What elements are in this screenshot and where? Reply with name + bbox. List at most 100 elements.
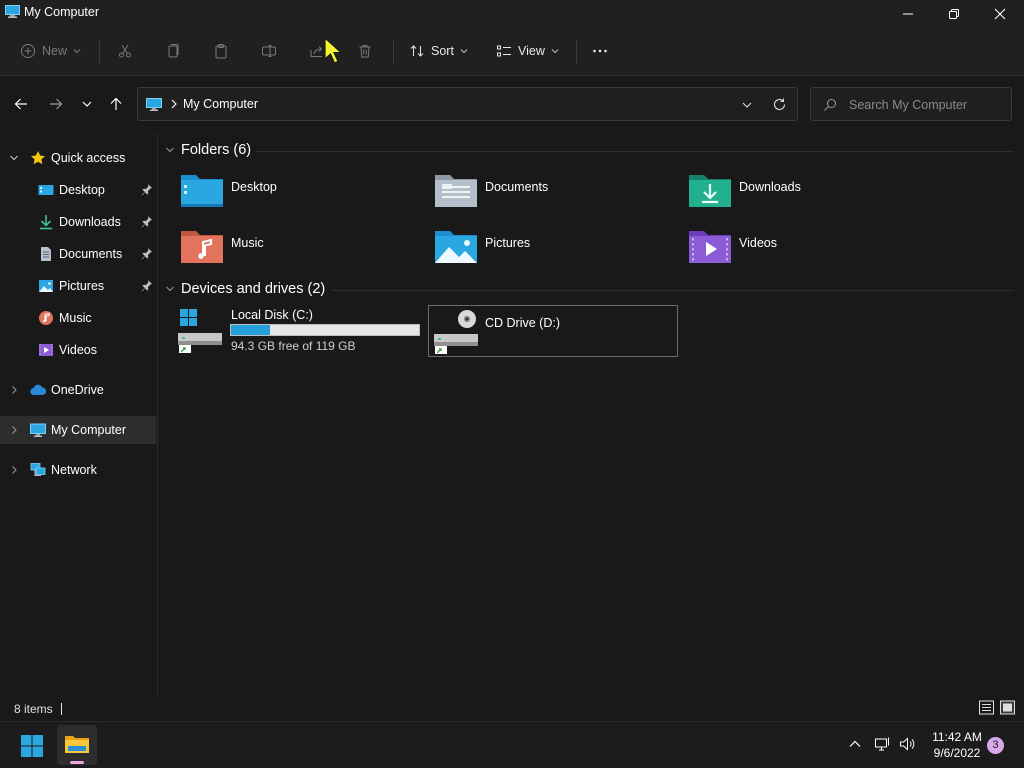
minimize-icon <box>903 13 913 15</box>
sidebar-item-label: Desktop <box>59 183 105 197</box>
chevron-down-icon <box>460 49 468 54</box>
more-options-button[interactable] <box>592 38 608 64</box>
toolbar-divider <box>393 40 394 64</box>
chevron-right-icon <box>171 99 177 109</box>
notification-badge[interactable]: 3 <box>987 737 1004 754</box>
folder-label: Music <box>231 236 264 250</box>
file-view: Folders (6) Desktop Documents Downloads <box>160 133 1024 695</box>
pin-icon[interactable] <box>140 215 153 228</box>
sidebar-item-downloads[interactable]: Downloads <box>0 208 156 236</box>
view-label: View <box>518 44 545 58</box>
sidebar-item-quick-access[interactable]: Quick access <box>0 144 156 172</box>
sidebar-item-label: Documents <box>59 247 123 261</box>
rename-button[interactable] <box>261 38 277 64</box>
downloads-folder-icon <box>689 175 731 207</box>
sort-label: Sort <box>431 44 454 58</box>
drive-label: CD Drive (D:) <box>485 316 560 330</box>
sort-button[interactable]: Sort <box>409 38 468 64</box>
taskbar-file-explorer[interactable] <box>57 725 97 765</box>
pin-icon[interactable] <box>140 183 153 196</box>
chevron-down-icon[interactable] <box>9 153 19 163</box>
copy-button[interactable] <box>165 38 181 64</box>
sidebar-item-music[interactable]: Music <box>0 304 156 332</box>
drive-local-disk-c[interactable]: Local Disk (C:) 94.3 GB free of 119 GB <box>176 305 424 357</box>
folder-pictures[interactable]: Pictures <box>434 227 674 277</box>
cut-button[interactable] <box>117 38 133 64</box>
desktop-icon <box>38 185 54 195</box>
delete-button[interactable] <box>357 38 373 64</box>
sidebar-item-label: Videos <box>59 343 97 357</box>
sidebar-item-pictures[interactable]: Pictures <box>0 272 156 300</box>
hard-drive-icon <box>178 309 222 353</box>
folder-music[interactable]: Music <box>180 227 420 277</box>
taskbar-clock[interactable]: 11:42 AM 9/6/2022 <box>926 729 988 761</box>
address-path[interactable]: My Computer <box>183 97 258 111</box>
paste-button[interactable] <box>213 38 229 64</box>
sidebar-item-label: Downloads <box>59 215 121 229</box>
sidebar-item-desktop[interactable]: Desktop <box>0 176 156 204</box>
view-button[interactable]: View <box>496 38 559 64</box>
chevron-down-icon <box>166 147 174 153</box>
large-icons-view-icon[interactable] <box>999 699 1016 716</box>
sidebar-item-label: Quick access <box>51 151 126 165</box>
new-button[interactable]: New <box>20 38 81 64</box>
picture-icon <box>39 280 53 292</box>
drive-cd-d[interactable]: CD Drive (D:) <box>428 305 678 357</box>
search-icon <box>824 99 836 111</box>
back-button[interactable] <box>10 93 32 115</box>
status-divider <box>61 703 62 715</box>
forward-button[interactable] <box>45 93 67 115</box>
clock-date: 9/6/2022 <box>933 746 981 760</box>
download-icon <box>40 215 52 230</box>
folder-icon <box>65 736 89 753</box>
refresh-icon[interactable] <box>772 97 787 112</box>
network-icon <box>30 463 46 476</box>
free-space-text: 94.3 GB free of 119 GB <box>231 339 356 353</box>
address-bar[interactable]: My Computer <box>137 87 798 121</box>
windows-start-icon[interactable] <box>20 734 44 758</box>
sidebar-item-videos[interactable]: Videos <box>0 336 156 364</box>
window-title: My Computer <box>24 5 100 19</box>
pin-icon[interactable] <box>140 279 153 292</box>
close-button[interactable] <box>977 0 1023 28</box>
pin-icon[interactable] <box>140 247 153 260</box>
restore-button[interactable] <box>931 0 977 28</box>
sidebar-item-my-computer[interactable]: My Computer <box>0 416 156 444</box>
sidebar-item-label: My Computer <box>51 423 127 437</box>
music-folder-icon <box>181 231 223 263</box>
search-input[interactable] <box>849 96 1004 114</box>
folder-documents[interactable]: Documents <box>434 171 674 221</box>
minimize-button[interactable] <box>885 0 931 28</box>
copy-icon <box>168 44 179 58</box>
chevron-up-icon[interactable] <box>847 736 863 752</box>
sidebar-item-documents[interactable]: Documents <box>0 240 156 268</box>
folder-downloads[interactable]: Downloads <box>688 171 928 221</box>
details-view-icon[interactable] <box>978 699 995 716</box>
group-label: Folders (6) <box>181 142 252 158</box>
volume-icon[interactable] <box>899 736 915 752</box>
item-count: 8 items <box>14 702 53 716</box>
chevron-down-icon <box>73 49 81 54</box>
folder-videos[interactable]: Videos <box>688 227 928 277</box>
disk-usage-fill <box>231 325 271 335</box>
chevron-right-icon[interactable] <box>9 465 19 475</box>
desktop-folder-icon <box>181 175 223 207</box>
chevron-down-icon[interactable] <box>740 98 754 112</box>
folder-desktop[interactable]: Desktop <box>180 171 420 221</box>
sidebar-item-onedrive[interactable]: OneDrive <box>0 376 156 404</box>
up-button[interactable] <box>105 93 127 115</box>
drives-group-header[interactable]: Devices and drives (2) <box>165 278 325 300</box>
recent-locations-button[interactable] <box>76 93 98 115</box>
chevron-right-icon[interactable] <box>9 385 19 395</box>
drive-label: Local Disk (C:) <box>231 308 313 322</box>
scissors-icon <box>119 44 131 58</box>
folders-group-header[interactable]: Folders (6) <box>165 139 251 161</box>
sidebar-item-network[interactable]: Network <box>0 456 156 484</box>
document-icon <box>41 247 51 261</box>
chevron-down-icon <box>166 286 174 292</box>
search-box[interactable] <box>810 87 1012 121</box>
network-status-icon[interactable] <box>874 736 890 752</box>
chevron-down-icon <box>551 49 559 54</box>
folder-label: Documents <box>485 180 549 194</box>
chevron-right-icon[interactable] <box>9 425 19 435</box>
